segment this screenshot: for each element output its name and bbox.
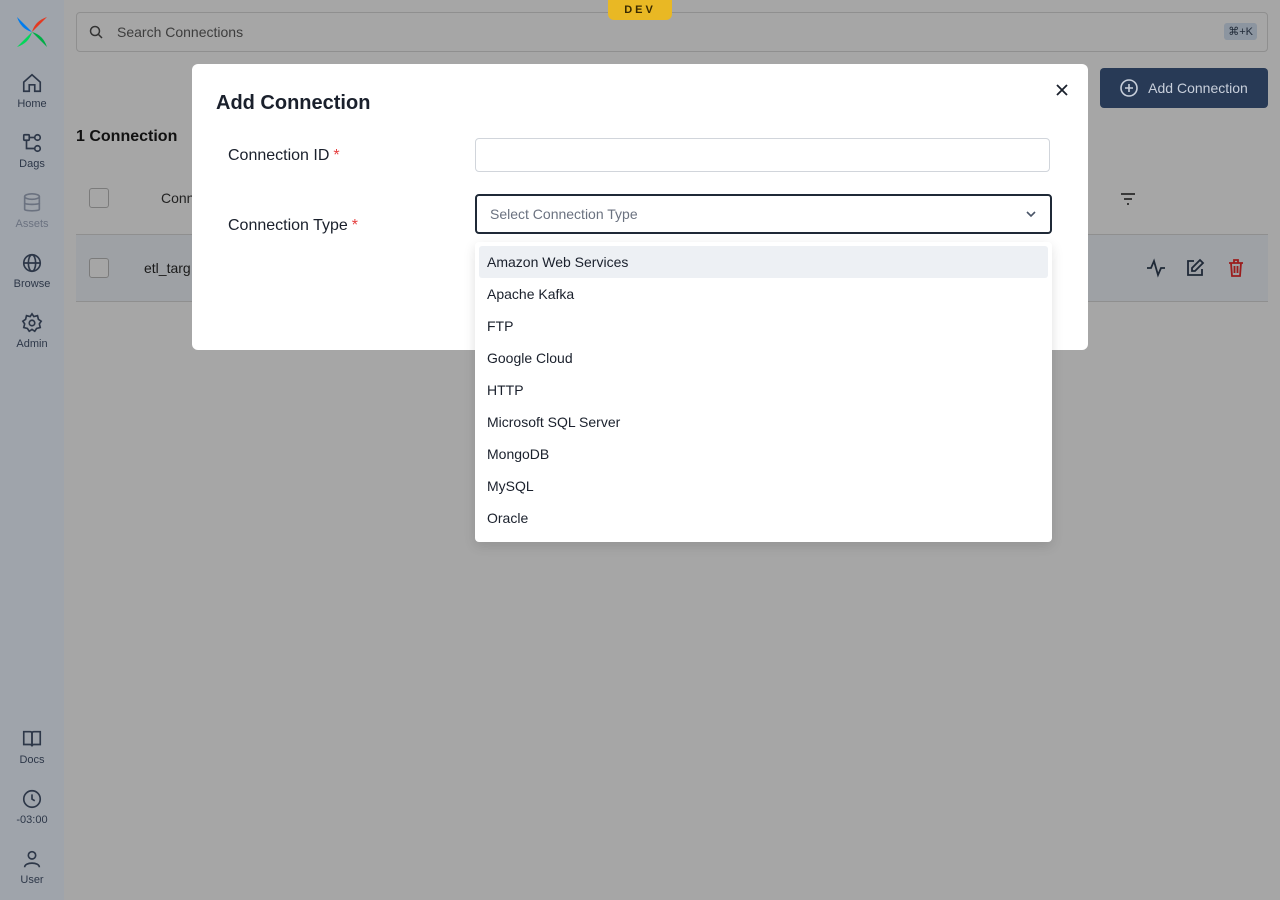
sidebar-item-docs[interactable]: Docs bbox=[0, 728, 64, 780]
sidebar-item-label: Home bbox=[17, 98, 47, 110]
sidebar-item-assets[interactable]: Assets bbox=[0, 192, 64, 244]
sidebar-item-label: Admin bbox=[16, 338, 48, 350]
required-mark: * bbox=[333, 147, 340, 164]
dags-icon bbox=[22, 133, 42, 153]
add-connection-label: Add Connection bbox=[1148, 80, 1248, 96]
sidebar-item-label: Docs bbox=[19, 754, 45, 766]
sidebar-item-user[interactable]: User bbox=[0, 848, 64, 900]
search-shortcut: ⌘+K bbox=[1224, 23, 1257, 40]
book-icon bbox=[22, 730, 42, 747]
row-connection-id: etl_targ bbox=[144, 260, 191, 276]
connection-type-label: Connection Type * bbox=[228, 217, 359, 234]
option-amazon-web-services[interactable]: Amazon Web Services bbox=[479, 246, 1048, 278]
select-all-checkbox[interactable] bbox=[89, 188, 109, 208]
option-apache-kafka[interactable]: Apache Kafka bbox=[479, 278, 1048, 310]
sidebar-item-label: -03:00 bbox=[16, 814, 48, 826]
sidebar-item-dags[interactable]: Dags bbox=[0, 132, 64, 184]
user-icon bbox=[23, 850, 41, 868]
option-http[interactable]: HTTP bbox=[479, 374, 1048, 406]
chevron-down-icon bbox=[1026, 211, 1036, 218]
option-ftp[interactable]: FTP bbox=[479, 310, 1048, 342]
home-icon bbox=[22, 73, 42, 93]
edit-icon[interactable] bbox=[1184, 257, 1206, 279]
connection-id-input[interactable] bbox=[475, 138, 1050, 172]
option-oracle[interactable]: Oracle bbox=[479, 502, 1048, 534]
globe-icon bbox=[22, 253, 42, 273]
delete-icon[interactable] bbox=[1225, 257, 1247, 279]
connection-count-title: 1 Connection bbox=[76, 128, 178, 145]
sidebar: Home Dags Assets Browse Admin Docs -03:0… bbox=[0, 0, 64, 900]
clock-icon bbox=[22, 789, 42, 809]
required-mark: * bbox=[351, 217, 359, 234]
sidebar-item-admin[interactable]: Admin bbox=[0, 312, 64, 364]
env-badge: DEV bbox=[608, 0, 672, 20]
gear-icon bbox=[21, 312, 43, 333]
airflow-logo-icon[interactable] bbox=[15, 15, 49, 49]
plus-circle-icon bbox=[1120, 79, 1138, 97]
column-header-connection-id[interactable]: Conn bbox=[161, 190, 194, 206]
search-bar[interactable]: Search Connections ⌘+K bbox=[76, 12, 1268, 52]
test-connection-icon[interactable] bbox=[1145, 257, 1167, 279]
sidebar-item-home[interactable]: Home bbox=[0, 72, 64, 124]
sidebar-item-label: User bbox=[20, 874, 44, 886]
search-icon bbox=[89, 25, 103, 39]
connection-type-dropdown: Amazon Web Services Apache Kafka FTP Goo… bbox=[475, 242, 1052, 542]
sidebar-item-label: Assets bbox=[15, 218, 49, 230]
sidebar-item-label: Dags bbox=[19, 158, 45, 170]
sidebar-item-label: Browse bbox=[13, 278, 51, 290]
connection-id-label: Connection ID * bbox=[228, 147, 340, 164]
option-mongodb[interactable]: MongoDB bbox=[479, 438, 1048, 470]
add-connection-button[interactable]: Add Connection bbox=[1100, 68, 1268, 108]
close-button[interactable] bbox=[1052, 80, 1072, 100]
option-mysql[interactable]: MySQL bbox=[479, 470, 1048, 502]
modal-title: Add Connection bbox=[216, 92, 371, 114]
row-checkbox[interactable] bbox=[89, 258, 109, 278]
option-google-cloud[interactable]: Google Cloud bbox=[479, 342, 1048, 374]
connection-type-select[interactable]: Select Connection Type bbox=[475, 194, 1052, 234]
database-icon bbox=[23, 193, 41, 212]
close-icon bbox=[1056, 84, 1068, 96]
sidebar-item-timezone[interactable]: -03:00 bbox=[0, 788, 64, 840]
search-placeholder: Search Connections bbox=[117, 24, 244, 40]
select-placeholder: Select Connection Type bbox=[490, 206, 638, 222]
sidebar-item-browse[interactable]: Browse bbox=[0, 252, 64, 304]
filter-icon[interactable] bbox=[1118, 189, 1138, 209]
option-microsoft-sql-server[interactable]: Microsoft SQL Server bbox=[479, 406, 1048, 438]
